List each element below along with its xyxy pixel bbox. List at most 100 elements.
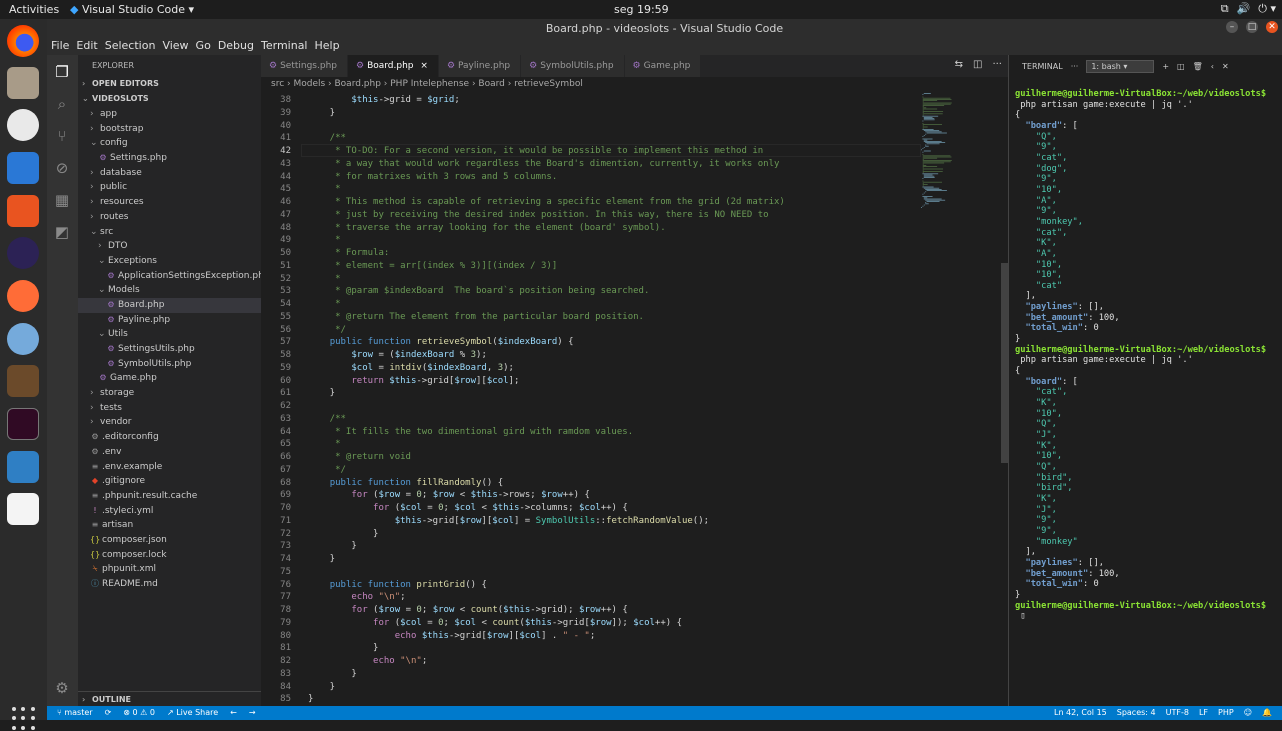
menu-debug[interactable]: Debug bbox=[218, 39, 254, 55]
code-line[interactable]: } bbox=[308, 554, 335, 564]
activities-button[interactable]: Activities bbox=[9, 3, 59, 16]
code-line[interactable]: */ bbox=[308, 465, 346, 475]
code-line[interactable]: } bbox=[308, 643, 378, 653]
code-line[interactable]: * @return The element from the particula… bbox=[308, 312, 644, 322]
tree-file[interactable]: ≡ .phpunit.result.cache bbox=[78, 489, 261, 504]
code-line[interactable]: * It fills the two dimentional gird with… bbox=[308, 427, 633, 437]
breadcrumb[interactable]: src › Models › Board.php › PHP Intelephe… bbox=[261, 77, 1008, 93]
explorer-icon[interactable]: ❐ bbox=[53, 63, 71, 81]
code-line[interactable]: $this->grid = $grid; bbox=[308, 95, 459, 105]
branch-status[interactable]: ⑂ master bbox=[57, 708, 93, 717]
rstudio-icon[interactable] bbox=[7, 323, 39, 355]
code-line[interactable]: public function fillRandomly() { bbox=[308, 478, 503, 488]
tree-folder[interactable]: › public bbox=[78, 180, 261, 195]
terminal-output[interactable]: guilherme@guilherme-VirtualBox:~/web/vid… bbox=[1015, 89, 1266, 622]
tree-file[interactable]: ⚙ Game.php bbox=[78, 371, 261, 386]
tree-file[interactable]: ⚙ .env bbox=[78, 445, 261, 460]
more-actions-icon[interactable]: ··· bbox=[992, 59, 1002, 70]
tree-file[interactable]: ≡ artisan bbox=[78, 518, 261, 533]
close-panel-icon[interactable]: ✕ bbox=[1222, 62, 1229, 71]
menu-terminal[interactable]: Terminal bbox=[261, 39, 308, 55]
terminal-tab[interactable]: TERMINAL bbox=[1022, 62, 1063, 71]
indentation[interactable]: Spaces: 4 bbox=[1117, 708, 1156, 717]
tree-file[interactable]: {} composer.lock bbox=[78, 548, 261, 563]
trash-icon[interactable]: 🗑 bbox=[1193, 62, 1203, 71]
tree-folder[interactable]: ⌄ Utils bbox=[78, 327, 261, 342]
problems-status[interactable]: ⊗ 0 ⚠ 0 bbox=[123, 708, 155, 717]
close-icon[interactable]: ✕ bbox=[1266, 21, 1278, 33]
files-icon[interactable] bbox=[7, 67, 39, 99]
tree-file[interactable]: ⚙ Payline.php bbox=[78, 313, 261, 328]
code-editor[interactable]: 38 39 40 41 42 43 44 45 46 47 48 49 50 51 52 53 54 55 56 57… bbox=[261, 93, 1008, 706]
arrow-right-icon[interactable]: → bbox=[249, 708, 256, 717]
clock[interactable]: seg 19:59 bbox=[614, 3, 669, 16]
code-line[interactable]: } bbox=[308, 388, 335, 398]
menu-view[interactable]: View bbox=[162, 39, 188, 55]
maximize-icon[interactable]: □ bbox=[1246, 21, 1258, 33]
tree-file[interactable]: {} composer.json bbox=[78, 533, 261, 548]
menu-go[interactable]: Go bbox=[196, 39, 211, 55]
firefox-icon[interactable] bbox=[7, 25, 39, 57]
app-menu[interactable]: ◆ Visual Studio Code ▾ bbox=[70, 3, 194, 16]
encoding[interactable]: UTF-8 bbox=[1166, 708, 1189, 717]
tree-folder[interactable]: › vendor bbox=[78, 415, 261, 430]
feedback-icon[interactable]: ☺ bbox=[1244, 708, 1252, 717]
system-tray[interactable]: ⧉ 🔊 ⏻ ▾ bbox=[1221, 2, 1276, 16]
code-line[interactable]: * bbox=[308, 299, 340, 309]
tree-file[interactable]: ⚙ Board.php bbox=[78, 297, 261, 313]
tree-folder[interactable]: › database bbox=[78, 166, 261, 181]
compare-icon[interactable]: ⇆ bbox=[955, 59, 963, 70]
vscode-dock-icon[interactable] bbox=[7, 451, 39, 483]
tab-board[interactable]: ⚙ Board.php × bbox=[347, 55, 439, 77]
settings-gear-icon[interactable]: ⚙ bbox=[53, 679, 71, 697]
tree-file[interactable]: ◆ .gitignore bbox=[78, 474, 261, 489]
tree-file[interactable]: ! .styleci.yml bbox=[78, 504, 261, 519]
debug-icon[interactable]: ⊘ bbox=[53, 159, 71, 177]
menu-file[interactable]: File bbox=[51, 39, 69, 55]
code-line[interactable]: } bbox=[308, 529, 378, 539]
menu-edit[interactable]: Edit bbox=[76, 39, 97, 55]
code-line[interactable]: * Formula: bbox=[308, 248, 389, 258]
code-line[interactable]: } bbox=[308, 541, 356, 551]
code-line[interactable]: * a way that would work regardless the B… bbox=[308, 159, 779, 169]
code-line[interactable]: $col = intdiv($indexBoard, 3); bbox=[308, 363, 514, 373]
text-editor-icon[interactable] bbox=[7, 493, 39, 525]
code-line[interactable]: * TO-DO: For a second version, it would … bbox=[308, 146, 763, 156]
terminal-icon[interactable] bbox=[7, 408, 39, 440]
tree-file[interactable]: ⍀ phpunit.xml bbox=[78, 562, 261, 577]
split-terminal-icon[interactable]: ◫ bbox=[1177, 62, 1185, 71]
remote-icon[interactable]: ◩ bbox=[53, 223, 71, 241]
code-line[interactable]: * for matrixes with 3 rows and 5 columns… bbox=[308, 172, 557, 182]
cursor-position[interactable]: Ln 42, Col 15 bbox=[1054, 708, 1107, 717]
code-line[interactable]: * traverse the array looking for the ele… bbox=[308, 223, 666, 233]
tree-folder[interactable]: › app bbox=[78, 107, 261, 122]
tree-folder[interactable]: › storage bbox=[78, 386, 261, 401]
project-section[interactable]: ⌄ VIDEOSLOTS bbox=[78, 92, 261, 107]
liveshare-status[interactable]: ↗ Live Share bbox=[167, 708, 218, 717]
tree-folder[interactable]: › bootstrap bbox=[78, 122, 261, 137]
tab-payline[interactable]: ⚙ Payline.php bbox=[438, 55, 522, 77]
close-icon[interactable]: × bbox=[420, 61, 428, 71]
code-line[interactable]: * bbox=[308, 274, 340, 284]
terminal-select[interactable]: 1: bash ▾ bbox=[1086, 59, 1155, 73]
tree-folder[interactable]: ⌄ Exceptions bbox=[78, 254, 261, 269]
more-icon[interactable]: ··· bbox=[1071, 62, 1079, 71]
code-line[interactable]: public function printGrid() { bbox=[308, 580, 487, 590]
bell-icon[interactable]: 🔔 bbox=[1262, 708, 1272, 717]
tree-file[interactable]: ≡ .env.example bbox=[78, 460, 261, 475]
code-line[interactable]: for ($col = 0; $col < count($this->grid[… bbox=[308, 618, 682, 628]
tab-settings[interactable]: ⚙ Settings.php bbox=[261, 55, 348, 77]
tree-file[interactable]: ⚙ SymbolUtils.php bbox=[78, 357, 261, 372]
minimap[interactable] bbox=[921, 93, 1001, 213]
extensions-icon[interactable]: ▦ bbox=[53, 191, 71, 209]
menu-selection[interactable]: Selection bbox=[105, 39, 156, 55]
split-editor-icon[interactable]: ◫ bbox=[973, 59, 982, 70]
tree-folder[interactable]: › DTO bbox=[78, 239, 261, 254]
code-line[interactable]: * element = arr[(index % 3)][(index / 3)… bbox=[308, 261, 557, 271]
tree-file[interactable]: ⚙ .editorconfig bbox=[78, 430, 261, 445]
tree-file[interactable]: ⚙ SettingsUtils.php bbox=[78, 342, 261, 357]
show-applications-icon[interactable] bbox=[12, 707, 36, 731]
code-line[interactable]: echo $this->grid[$row][$col] . " - "; bbox=[308, 631, 596, 641]
writer-icon[interactable] bbox=[7, 152, 39, 184]
postman-icon[interactable] bbox=[7, 280, 39, 312]
